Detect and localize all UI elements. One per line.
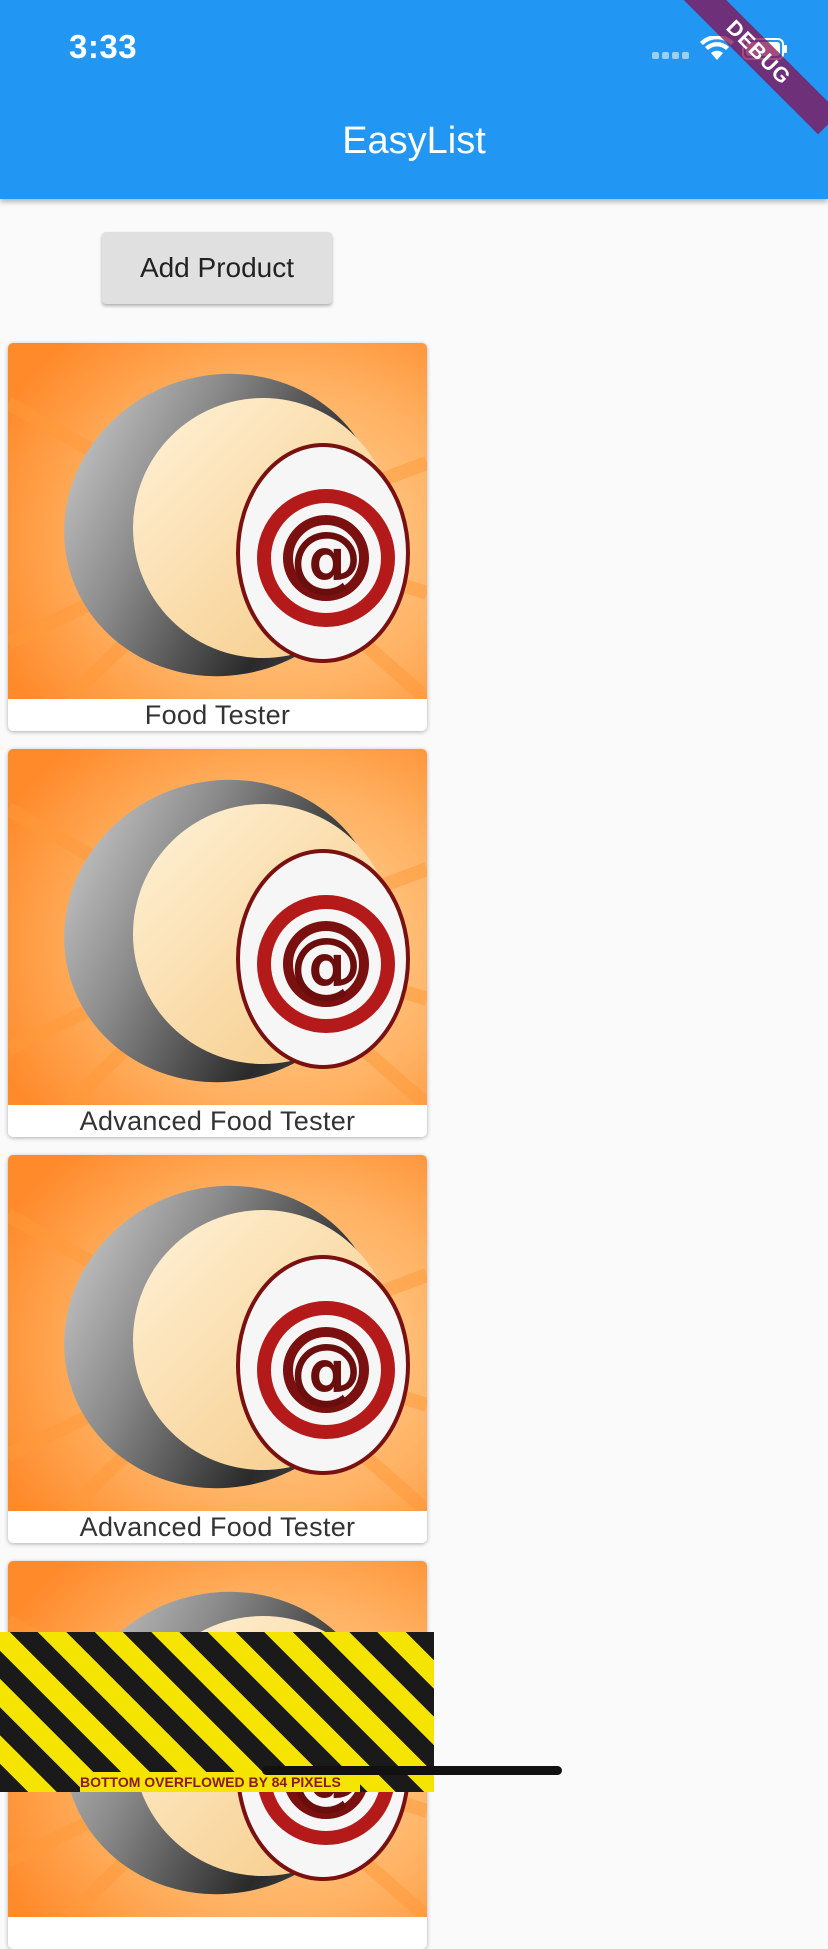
product-title: Food Tester bbox=[144, 700, 291, 730]
overflow-warning-text: BOTTOM OVERFLOWED BY 84 PIXELS bbox=[80, 1772, 360, 1792]
product-card[interactable]: Advanced Food Tester bbox=[8, 749, 427, 1137]
product-title: Advanced Food Tester bbox=[79, 1106, 356, 1136]
product-title: Advanced Food Tester bbox=[79, 1512, 356, 1542]
product-card[interactable]: Advanced Food Tester bbox=[8, 1155, 427, 1543]
product-image bbox=[8, 343, 427, 699]
home-indicator[interactable] bbox=[262, 1766, 562, 1775]
app-bar: 3:33 EasyList bbox=[0, 0, 828, 199]
product-title bbox=[8, 1917, 427, 1949]
signal-icon bbox=[652, 52, 692, 60]
product-card[interactable]: Food Tester bbox=[8, 343, 427, 731]
product-image bbox=[8, 1155, 427, 1511]
product-image bbox=[8, 749, 427, 1105]
status-time: 3:33 bbox=[69, 28, 138, 65]
add-product-button[interactable]: Add Product bbox=[102, 232, 332, 304]
app-title: EasyList bbox=[342, 120, 486, 162]
